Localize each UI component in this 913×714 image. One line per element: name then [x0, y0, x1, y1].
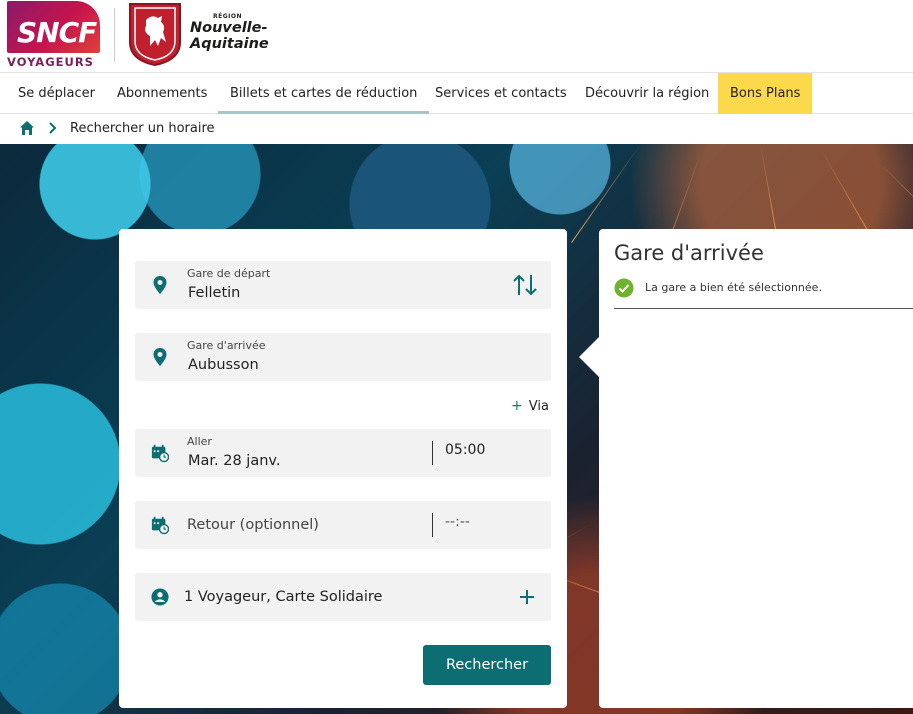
via-label: Via — [528, 399, 549, 414]
search-button[interactable]: Rechercher — [423, 645, 551, 685]
location-pin-icon — [153, 348, 167, 366]
arrival-field[interactable]: Gare d'arrivée Aubusson — [135, 333, 551, 381]
arrival-station-panel: Gare d'arrivée La gare a bien été sélect… — [599, 229, 913, 708]
search-card: Gare de départ Felletin Gare d'arrivée A… — [119, 229, 567, 708]
voyageurs-label: VOYAGEURS — [7, 55, 94, 69]
outbound-label: Aller — [187, 435, 212, 448]
plus-icon: + — [511, 398, 523, 414]
nav-item-se-deplacer[interactable]: Se déplacer — [6, 73, 107, 114]
nav-item-bons-plans[interactable]: Bons Plans — [718, 73, 813, 114]
sncf-logo-text: SNCF — [17, 16, 97, 49]
departure-field[interactable]: Gare de départ Felletin — [135, 261, 551, 309]
outbound-date-value[interactable]: Mar. 28 janv. — [188, 453, 280, 469]
panel-message: La gare a bien été sélectionnée. — [645, 281, 822, 294]
region-name-line1: Nouvelle- — [190, 20, 268, 36]
field-divider — [432, 441, 433, 465]
arrival-value[interactable]: Aubusson — [188, 357, 259, 373]
breadcrumb: Rechercher un horaire — [0, 114, 913, 144]
nav-item-abonnements[interactable]: Abonnements — [105, 73, 219, 114]
decorative-spark — [880, 163, 913, 235]
return-label: Retour (optionnel) — [187, 517, 319, 533]
passengers-value: 1 Voyageur, Carte Solidaire — [184, 589, 383, 605]
user-icon — [151, 588, 169, 606]
location-pin-icon — [153, 276, 167, 294]
return-time-value[interactable]: --:-- — [445, 514, 470, 530]
home-icon[interactable] — [19, 120, 35, 136]
region-prefix: RÉGION — [213, 13, 242, 20]
region-name: Nouvelle- Aquitaine — [190, 20, 269, 52]
departure-value[interactable]: Felletin — [188, 285, 240, 301]
add-via-button[interactable]: + Via — [511, 398, 549, 414]
region-crest-icon — [129, 3, 181, 66]
main-nav: Se déplacer Abonnements Billets et carte… — [0, 72, 913, 114]
nav-item-decouvrir[interactable]: Découvrir la région — [573, 73, 721, 114]
field-divider — [432, 513, 433, 537]
calendar-clock-icon — [151, 516, 169, 535]
sncf-logo[interactable]: SNCF — [7, 1, 100, 53]
arrival-label: Gare d'arrivée — [187, 339, 266, 352]
departure-label: Gare de départ — [187, 267, 271, 280]
return-date-field[interactable]: Retour (optionnel) --:-- — [135, 501, 551, 549]
calendar-clock-icon — [151, 444, 169, 463]
panel-title: Gare d'arrivée — [614, 241, 764, 265]
region-name-line2: Aquitaine — [190, 36, 269, 52]
nav-item-billets[interactable]: Billets et cartes de réduction — [218, 73, 430, 114]
chevron-right-icon — [49, 122, 57, 134]
outbound-date-field[interactable]: Aller Mar. 28 janv. 05:00 — [135, 429, 551, 477]
outbound-time-value[interactable]: 05:00 — [445, 442, 485, 458]
panel-divider — [614, 308, 913, 309]
plus-icon[interactable] — [518, 588, 536, 606]
logo-divider — [114, 8, 115, 62]
site-header: SNCF VOYAGEURS RÉGION Nouvelle- Aquitain… — [0, 0, 913, 72]
breadcrumb-current: Rechercher un horaire — [70, 121, 215, 136]
nav-item-services[interactable]: Services et contacts — [423, 73, 579, 114]
panel-pointer — [579, 337, 599, 377]
passengers-field[interactable]: 1 Voyageur, Carte Solidaire — [135, 573, 551, 621]
swap-stations-icon[interactable] — [511, 273, 539, 297]
check-circle-icon — [614, 278, 634, 298]
